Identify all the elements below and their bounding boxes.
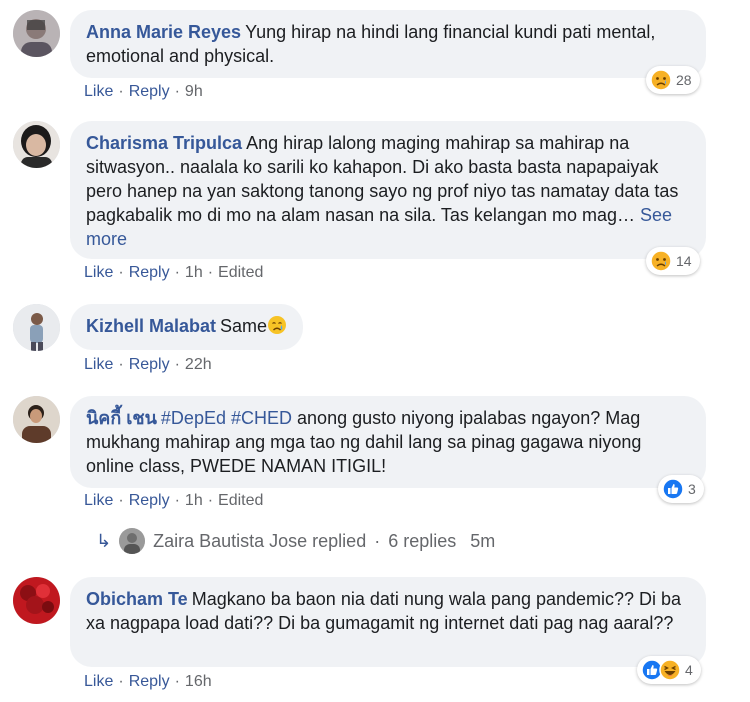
separator-dot: · [174, 83, 180, 100]
avatar[interactable] [13, 577, 60, 624]
hashtag-link[interactable]: #DepEd [161, 408, 226, 428]
comment-actions: Like · Reply · 16h [84, 673, 212, 691]
reaction-count: 4 [685, 662, 693, 678]
separator-dot: · [118, 673, 124, 690]
comment-bubble: Anna Marie Reyes Yung hirap na hindi lang… [70, 10, 706, 78]
comment-author[interactable]: Charisma Tripulca [86, 133, 242, 153]
separator-dot: · [207, 264, 214, 281]
comment-author[interactable]: Obicham Te [86, 589, 188, 609]
separator-dot: · [118, 83, 124, 100]
avatar[interactable] [13, 396, 60, 443]
separator-dot: · [174, 492, 180, 509]
reaction-summary[interactable]: 28 [646, 66, 700, 94]
reply-count[interactable]: 6 replies [388, 531, 456, 552]
separator-dot: · [118, 264, 124, 281]
avatar[interactable] [13, 121, 60, 168]
timestamp[interactable]: 1h [185, 492, 203, 509]
replier-name[interactable]: Zaira Bautista Jose replied [153, 531, 366, 552]
timestamp[interactable]: 1h [185, 264, 203, 281]
comment-actions: Like · Reply · 22h [84, 356, 212, 374]
crying-face-icon [267, 315, 287, 335]
separator-dot: · [174, 356, 180, 373]
separator-dot: · [118, 356, 124, 373]
reaction-summary[interactable]: 4 [637, 656, 701, 684]
comment-author[interactable]: Anna Marie Reyes [86, 22, 241, 42]
separator-dot: · [374, 530, 381, 551]
reply-link[interactable]: Reply [129, 83, 170, 100]
like-link[interactable]: Like [84, 83, 113, 100]
reply-link[interactable]: Reply [129, 356, 170, 373]
avatar[interactable] [13, 10, 60, 57]
comment-bubble: Obicham Te Magkano ba baon nia dati nung … [70, 577, 706, 667]
avatar [119, 528, 146, 554]
like-link[interactable]: Like [84, 492, 113, 509]
reaction-count: 28 [676, 72, 692, 88]
separator-dot: · [207, 492, 214, 509]
comment-bubble: Kizhell Malabat Same [70, 304, 304, 350]
hashtag-link[interactable]: #CHED [231, 408, 292, 428]
like-thumb-icon [662, 478, 684, 500]
like-link[interactable]: Like [84, 264, 113, 281]
reaction-count: 3 [688, 481, 696, 497]
sad-face-icon [650, 250, 672, 272]
haha-face-icon [659, 659, 681, 681]
reaction-count: 14 [676, 253, 692, 269]
view-replies-row[interactable]: ↳ Zaira Bautista Jose replied · 6 replie… [96, 528, 495, 554]
separator-dot: · [174, 673, 180, 690]
comment-actions: Like · Reply · 1h · Edited [84, 492, 263, 510]
comment-bubble: Charisma Tripulca Ang hirap lalong maging… [70, 121, 706, 259]
reaction-summary[interactable]: 3 [658, 475, 704, 503]
comment-actions: Like · Reply · 1h · Edited [84, 264, 263, 282]
reply-link[interactable]: Reply [129, 492, 170, 509]
timestamp[interactable]: 9h [185, 83, 203, 100]
edited-label[interactable]: Edited [218, 264, 263, 281]
separator-dot: · [118, 492, 124, 509]
comment-author[interactable]: นิคกี้ เชน [86, 408, 157, 428]
reply-link[interactable]: Reply [129, 264, 170, 281]
comment-text: Same [220, 316, 268, 336]
like-link[interactable]: Like [84, 356, 113, 373]
timestamp[interactable]: 16h [185, 673, 212, 690]
reply-link[interactable]: Reply [129, 673, 170, 690]
avatar[interactable] [13, 304, 60, 351]
reply-time: 5m [470, 530, 496, 551]
sad-face-icon [650, 69, 672, 91]
like-link[interactable]: Like [84, 673, 113, 690]
separator-dot: · [174, 264, 180, 281]
comment-bubble: นิคกี้ เชน #DepEd #CHED anong gusto niyon… [70, 396, 706, 488]
timestamp[interactable]: 22h [185, 356, 212, 373]
comment-author[interactable]: Kizhell Malabat [86, 316, 216, 336]
reply-arrow-icon: ↳ [96, 530, 112, 551]
edited-label[interactable]: Edited [218, 492, 263, 509]
reaction-summary[interactable]: 14 [646, 247, 700, 275]
comment-actions: Like · Reply · 9h [84, 83, 203, 101]
